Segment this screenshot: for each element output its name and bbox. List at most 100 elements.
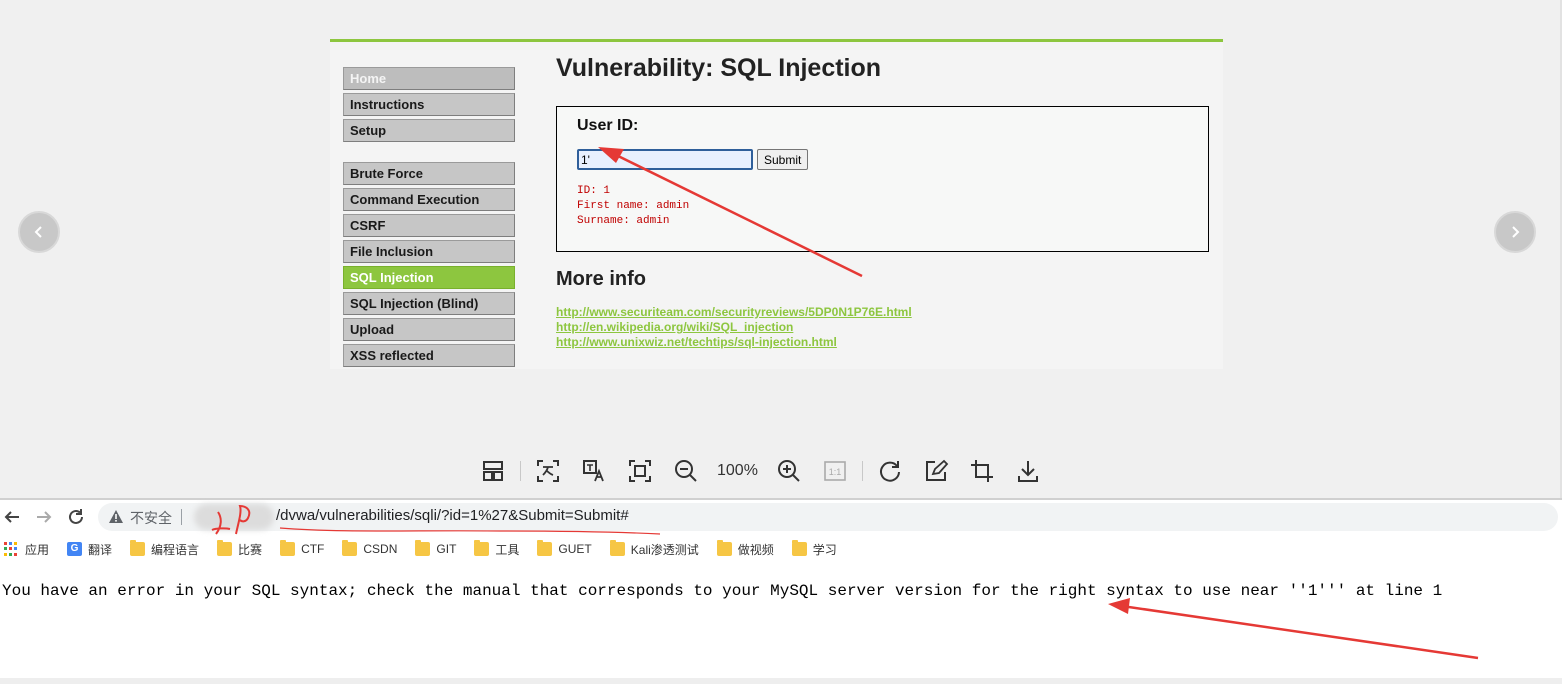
menu-item-sql-injection-blind[interactable]: SQL Injection (Blind) xyxy=(343,292,515,315)
reload-button[interactable] xyxy=(66,507,86,527)
address-bar-row: 不安全 /dvwa/vulnerabilities/sqli/?id=1%27&… xyxy=(0,500,1562,534)
bookmark-label: 应用 xyxy=(25,542,50,557)
link-wikipedia[interactable]: http://en.wikipedia.org/wiki/SQL_injecti… xyxy=(556,320,912,335)
vulnerable-code-area: User ID: Submit ID: 1 First name: admin … xyxy=(556,106,1209,252)
zoom-out-icon xyxy=(675,460,697,482)
menu-item-home[interactable]: Home xyxy=(343,67,515,90)
zoom-level: 100% xyxy=(717,462,758,479)
url-path: /dvwa/vulnerabilities/sqli/?id=1%27&Subm… xyxy=(276,507,629,524)
forward-arrow-icon xyxy=(37,511,52,523)
bookmark-folder[interactable]: GIT xyxy=(415,540,457,556)
more-info-links: http://www.securiteam.com/securityreview… xyxy=(556,305,912,350)
folder-icon xyxy=(609,540,625,556)
fit-screen-icon xyxy=(629,460,651,482)
next-image-button[interactable] xyxy=(1494,211,1536,253)
forward-button[interactable] xyxy=(34,507,54,527)
folder-icon xyxy=(474,540,490,556)
menu-gap xyxy=(343,145,515,162)
apps-grid-icon xyxy=(4,542,19,556)
previous-image-button[interactable] xyxy=(18,211,60,253)
sql-error-message: You have an error in your SQL syntax; ch… xyxy=(2,582,1443,600)
result-surname: Surname: admin xyxy=(577,215,670,227)
bookmark-label: GIT xyxy=(436,542,457,556)
more-info-heading: More info xyxy=(556,268,646,290)
menu-item-xss-reflected[interactable]: XSS reflected xyxy=(343,344,515,367)
link-securiteam[interactable]: http://www.securiteam.com/securityreview… xyxy=(556,305,912,320)
folder-icon xyxy=(415,540,431,556)
bookmark-label: CSDN xyxy=(363,542,398,556)
bookmark-folder[interactable]: Kali渗透测试 xyxy=(609,540,699,558)
toolbar-separator xyxy=(861,461,863,481)
menu-item-upload[interactable]: Upload xyxy=(343,318,515,341)
warning-icon xyxy=(109,510,123,523)
user-id-input[interactable] xyxy=(577,149,753,170)
zoom-in-icon xyxy=(777,460,800,482)
svg-text:1:1: 1:1 xyxy=(829,467,842,477)
omnibox[interactable]: 不安全 /dvwa/vulnerabilities/sqli/?id=1%27&… xyxy=(98,503,1558,531)
submit-button[interactable]: Submit xyxy=(757,149,809,170)
menu-item-file-inclusion[interactable]: File Inclusion xyxy=(343,240,515,263)
user-id-label: User ID: xyxy=(577,117,639,134)
zoom-in-button[interactable] xyxy=(766,454,812,488)
actual-size-button[interactable]: 1:1 xyxy=(812,454,858,488)
url-divider xyxy=(181,509,182,525)
menu-item-command-execution[interactable]: Command Execution xyxy=(343,188,515,211)
crop-button[interactable] xyxy=(959,454,1005,488)
rotate-icon xyxy=(879,461,900,482)
bookmark-folder[interactable]: 工具 xyxy=(474,540,519,558)
rotate-button[interactable] xyxy=(867,454,913,488)
query-result: ID: 1 First name: admin Surname: admin xyxy=(577,184,689,229)
bookmark-apps[interactable]: 应用 xyxy=(4,541,49,558)
layout-button[interactable] xyxy=(470,454,516,488)
zoom-out-button[interactable] xyxy=(663,454,709,488)
bookmark-folder[interactable]: 编程语言 xyxy=(130,540,199,558)
bookmark-label: 比赛 xyxy=(238,542,263,557)
translate-image-button[interactable] xyxy=(571,454,617,488)
toolbar-separator xyxy=(520,461,521,481)
actual-size-icon: 1:1 xyxy=(824,461,846,481)
menu-item-brute-force[interactable]: Brute Force xyxy=(343,162,515,185)
bookmark-label: Kali渗透测试 xyxy=(630,542,699,557)
menu-item-csrf[interactable]: CSRF xyxy=(343,214,515,237)
crop-icon xyxy=(970,460,993,482)
bookmark-folder[interactable]: 比赛 xyxy=(217,540,263,558)
ocr-text-icon xyxy=(537,460,559,482)
layout-icon xyxy=(483,461,503,481)
page-title: Vulnerability: SQL Injection xyxy=(556,54,882,82)
viewer-toolbar: 100% 1:1 xyxy=(470,454,1051,488)
folder-icon xyxy=(342,540,358,556)
fit-screen-button[interactable] xyxy=(617,454,663,488)
translate-image-icon xyxy=(583,460,604,482)
bookmark-label: 翻译 xyxy=(88,542,113,557)
folder-icon xyxy=(537,540,553,556)
menu-item-instructions[interactable]: Instructions xyxy=(343,93,515,116)
chevron-left-icon xyxy=(34,226,42,238)
edit-button[interactable] xyxy=(913,454,959,488)
bookmark-folder[interactable]: 学习 xyxy=(791,540,837,558)
folder-icon xyxy=(716,540,732,556)
edit-icon xyxy=(925,459,949,481)
back-arrow-icon xyxy=(4,511,19,523)
bookmark-label: CTF xyxy=(301,542,325,556)
result-id: ID: 1 xyxy=(577,185,611,197)
back-button[interactable] xyxy=(2,507,22,527)
folder-icon xyxy=(791,540,807,556)
folder-icon xyxy=(280,540,296,556)
result-first-name: First name: admin xyxy=(577,200,690,212)
bookmark-label: 学习 xyxy=(812,542,837,557)
bookmark-folder[interactable]: 做视频 xyxy=(716,540,774,558)
ocr-text-button[interactable] xyxy=(525,454,571,488)
bookmark-folder[interactable]: GUET xyxy=(537,540,592,556)
bookmark-label: GUET xyxy=(558,542,592,556)
not-secure-label: 不安全 xyxy=(130,510,172,526)
dvwa-page: Home Instructions Setup Brute Force Comm… xyxy=(330,39,1223,369)
bookmark-translate[interactable]: G 翻译 xyxy=(67,541,112,558)
bookmark-folder[interactable]: CSDN xyxy=(342,540,398,556)
link-unixwiz[interactable]: http://www.unixwiz.net/techtips/sql-inje… xyxy=(556,335,912,350)
bookmark-folder[interactable]: CTF xyxy=(280,540,325,556)
menu-item-setup[interactable]: Setup xyxy=(343,119,515,142)
download-button[interactable] xyxy=(1005,454,1051,488)
folder-icon xyxy=(130,540,146,556)
chevron-right-icon xyxy=(1512,226,1520,238)
menu-item-sql-injection[interactable]: SQL Injection xyxy=(343,266,515,289)
